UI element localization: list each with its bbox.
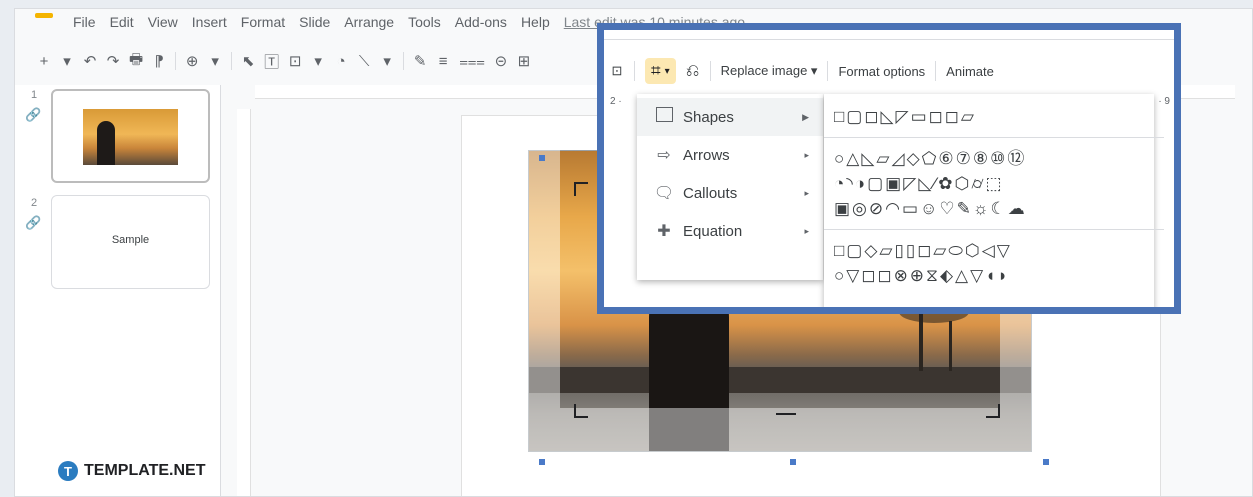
chevron-right-icon: ▶ bbox=[802, 111, 809, 122]
comment-icon[interactable]: ⊞ bbox=[517, 52, 531, 70]
chevron-right-icon: ▸ bbox=[804, 187, 809, 198]
chevron-right-icon: ▸ bbox=[804, 149, 809, 160]
shape-icon[interactable]: ◔ bbox=[334, 53, 348, 70]
new-slide-icon[interactable]: + bbox=[37, 53, 51, 70]
square-icon bbox=[653, 107, 675, 127]
plus-icon: ✚ bbox=[657, 223, 671, 240]
menu-item-equation[interactable]: ✚ Equation ▸ bbox=[637, 212, 823, 250]
menu-insert[interactable]: Insert bbox=[192, 14, 227, 30]
shape-row-basic-2[interactable]: ◔◝◑▢▣◸◺⁄✿⬡⌭⬚ bbox=[834, 171, 1154, 196]
slide-number: 1 bbox=[31, 89, 38, 101]
crop-handle-bottom-right[interactable] bbox=[986, 404, 1000, 418]
shape-row-flowchart[interactable]: □▢◇▱▯▯◻▱⬭⬡◁▽ bbox=[834, 238, 1154, 263]
image-options-icon[interactable]: ⊡ bbox=[610, 63, 624, 79]
shape-row-basic-3[interactable]: ▣◎⊘◠▭☺♡✎☼☾☁ bbox=[834, 196, 1154, 221]
callout-icon: 🗨 bbox=[653, 185, 675, 202]
image-toolbar: ⊡ ⌗ ▾ ⎌ Replace image ▾ Format options A… bbox=[604, 54, 1174, 88]
template-net-logo: T TEMPLATE.NET bbox=[58, 461, 205, 481]
shape-row-flowchart-2[interactable]: ○▽◻◻⊗⊕⧖⬖△▽◖◗ bbox=[834, 263, 1154, 288]
zoomed-callout: ⊡ ⌗ ▾ ⎌ Replace image ▾ Format options A… bbox=[597, 23, 1181, 314]
menu-item-callouts[interactable]: 🗨 Callouts ▸ bbox=[637, 174, 823, 212]
menu-view[interactable]: View bbox=[148, 14, 178, 30]
zoom-icon[interactable]: ⊕ bbox=[185, 52, 199, 70]
line-weight-icon[interactable]: ≡ bbox=[436, 53, 450, 70]
menu-add-ons[interactable]: Add-ons bbox=[455, 14, 507, 30]
menu-format[interactable]: Format bbox=[241, 14, 285, 30]
thumbnail-image bbox=[83, 109, 178, 165]
crop-handle-top-left[interactable] bbox=[574, 182, 588, 196]
resize-handle[interactable] bbox=[790, 459, 796, 465]
mask-image-button[interactable]: ⌗ ▾ bbox=[645, 58, 676, 84]
menu-file[interactable]: File bbox=[73, 14, 96, 30]
shapes-submenu: □▢◻◺◸▭◻◻▱ ○△◺▱◿◇⬠⑥⑦⑧⑩⑫ ◔◝◑▢▣◸◺⁄✿⬡⌭⬚ ▣◎⊘◠… bbox=[824, 94, 1164, 307]
replace-image-button[interactable]: Replace image ▾ bbox=[721, 63, 818, 79]
slide-thumbnail-1[interactable] bbox=[51, 89, 210, 183]
redo-icon[interactable]: ↷ bbox=[106, 52, 120, 70]
chevron-down-icon: ▾ bbox=[664, 65, 670, 77]
brand-name: TEMPLATE.NET bbox=[84, 462, 206, 479]
line-dropdown-icon[interactable]: ▾ bbox=[380, 52, 394, 70]
crop-handle-bottom-left[interactable] bbox=[574, 404, 588, 418]
link-icon[interactable]: ⊝ bbox=[494, 52, 508, 70]
animate-button[interactable]: Animate bbox=[946, 64, 994, 79]
slide-thumbnail-2[interactable]: Sample bbox=[51, 195, 210, 289]
menu-arrange[interactable]: Arrange bbox=[344, 14, 394, 30]
pen-icon[interactable]: ✎ bbox=[413, 52, 427, 70]
vertical-ruler bbox=[237, 109, 251, 496]
link-icon: 🔗 bbox=[25, 215, 42, 230]
text-box-icon[interactable]: 🅃 bbox=[264, 51, 279, 72]
resize-handle[interactable] bbox=[539, 155, 545, 161]
crop-handle-bottom[interactable] bbox=[776, 413, 796, 417]
select-icon[interactable]: ⬉ bbox=[241, 52, 255, 70]
menu-tools[interactable]: Tools bbox=[408, 14, 441, 30]
menu-item-arrows[interactable]: ⇨ Arrows ▸ bbox=[637, 136, 823, 174]
shape-row-rectangles[interactable]: □▢◻◺◸▭◻◻▱ bbox=[834, 104, 1154, 129]
arrow-icon: ⇨ bbox=[657, 147, 671, 164]
slide-filmstrip: 1 🔗 2 🔗 Sample bbox=[15, 85, 221, 496]
shape-row-basic[interactable]: ○△◺▱◿◇⬠⑥⑦⑧⑩⑫ bbox=[834, 146, 1154, 171]
menu-edit[interactable]: Edit bbox=[110, 14, 134, 30]
line-icon[interactable]: ⟍ bbox=[357, 53, 371, 70]
paint-format-icon[interactable]: ⁋ bbox=[152, 52, 166, 70]
line-dash-icon[interactable]: ⩶ bbox=[459, 53, 485, 70]
mask-shape-menu: Shapes ▶ ⇨ Arrows ▸ 🗨 Callouts ▸ ✚ Equat… bbox=[637, 94, 823, 280]
image-icon[interactable]: ⊡ bbox=[288, 52, 302, 70]
menu-slide[interactable]: Slide bbox=[299, 14, 330, 30]
image-dropdown-icon[interactable]: ▾ bbox=[311, 52, 325, 70]
resize-handle[interactable] bbox=[539, 459, 545, 465]
crop-icon: ⌗ bbox=[651, 61, 661, 80]
reset-image-icon[interactable]: ⎌ bbox=[686, 61, 700, 81]
format-options-button[interactable]: Format options bbox=[838, 64, 925, 79]
zoom-dropdown-icon[interactable]: ▾ bbox=[208, 52, 222, 70]
new-slide-dropdown-icon[interactable]: ▾ bbox=[60, 52, 74, 70]
chevron-right-icon: ▸ bbox=[804, 225, 809, 236]
undo-icon[interactable]: ↶ bbox=[83, 52, 97, 70]
resize-handle[interactable] bbox=[1043, 459, 1049, 465]
thumbnail-text: Sample bbox=[111, 234, 150, 246]
slide-number: 2 bbox=[31, 197, 38, 209]
link-icon: 🔗 bbox=[25, 107, 42, 122]
print-icon[interactable]: 🖶 bbox=[129, 49, 143, 74]
brand-badge-icon: T bbox=[58, 461, 78, 481]
menu-help[interactable]: Help bbox=[521, 14, 550, 30]
menu-item-shapes[interactable]: Shapes ▶ bbox=[637, 98, 823, 136]
